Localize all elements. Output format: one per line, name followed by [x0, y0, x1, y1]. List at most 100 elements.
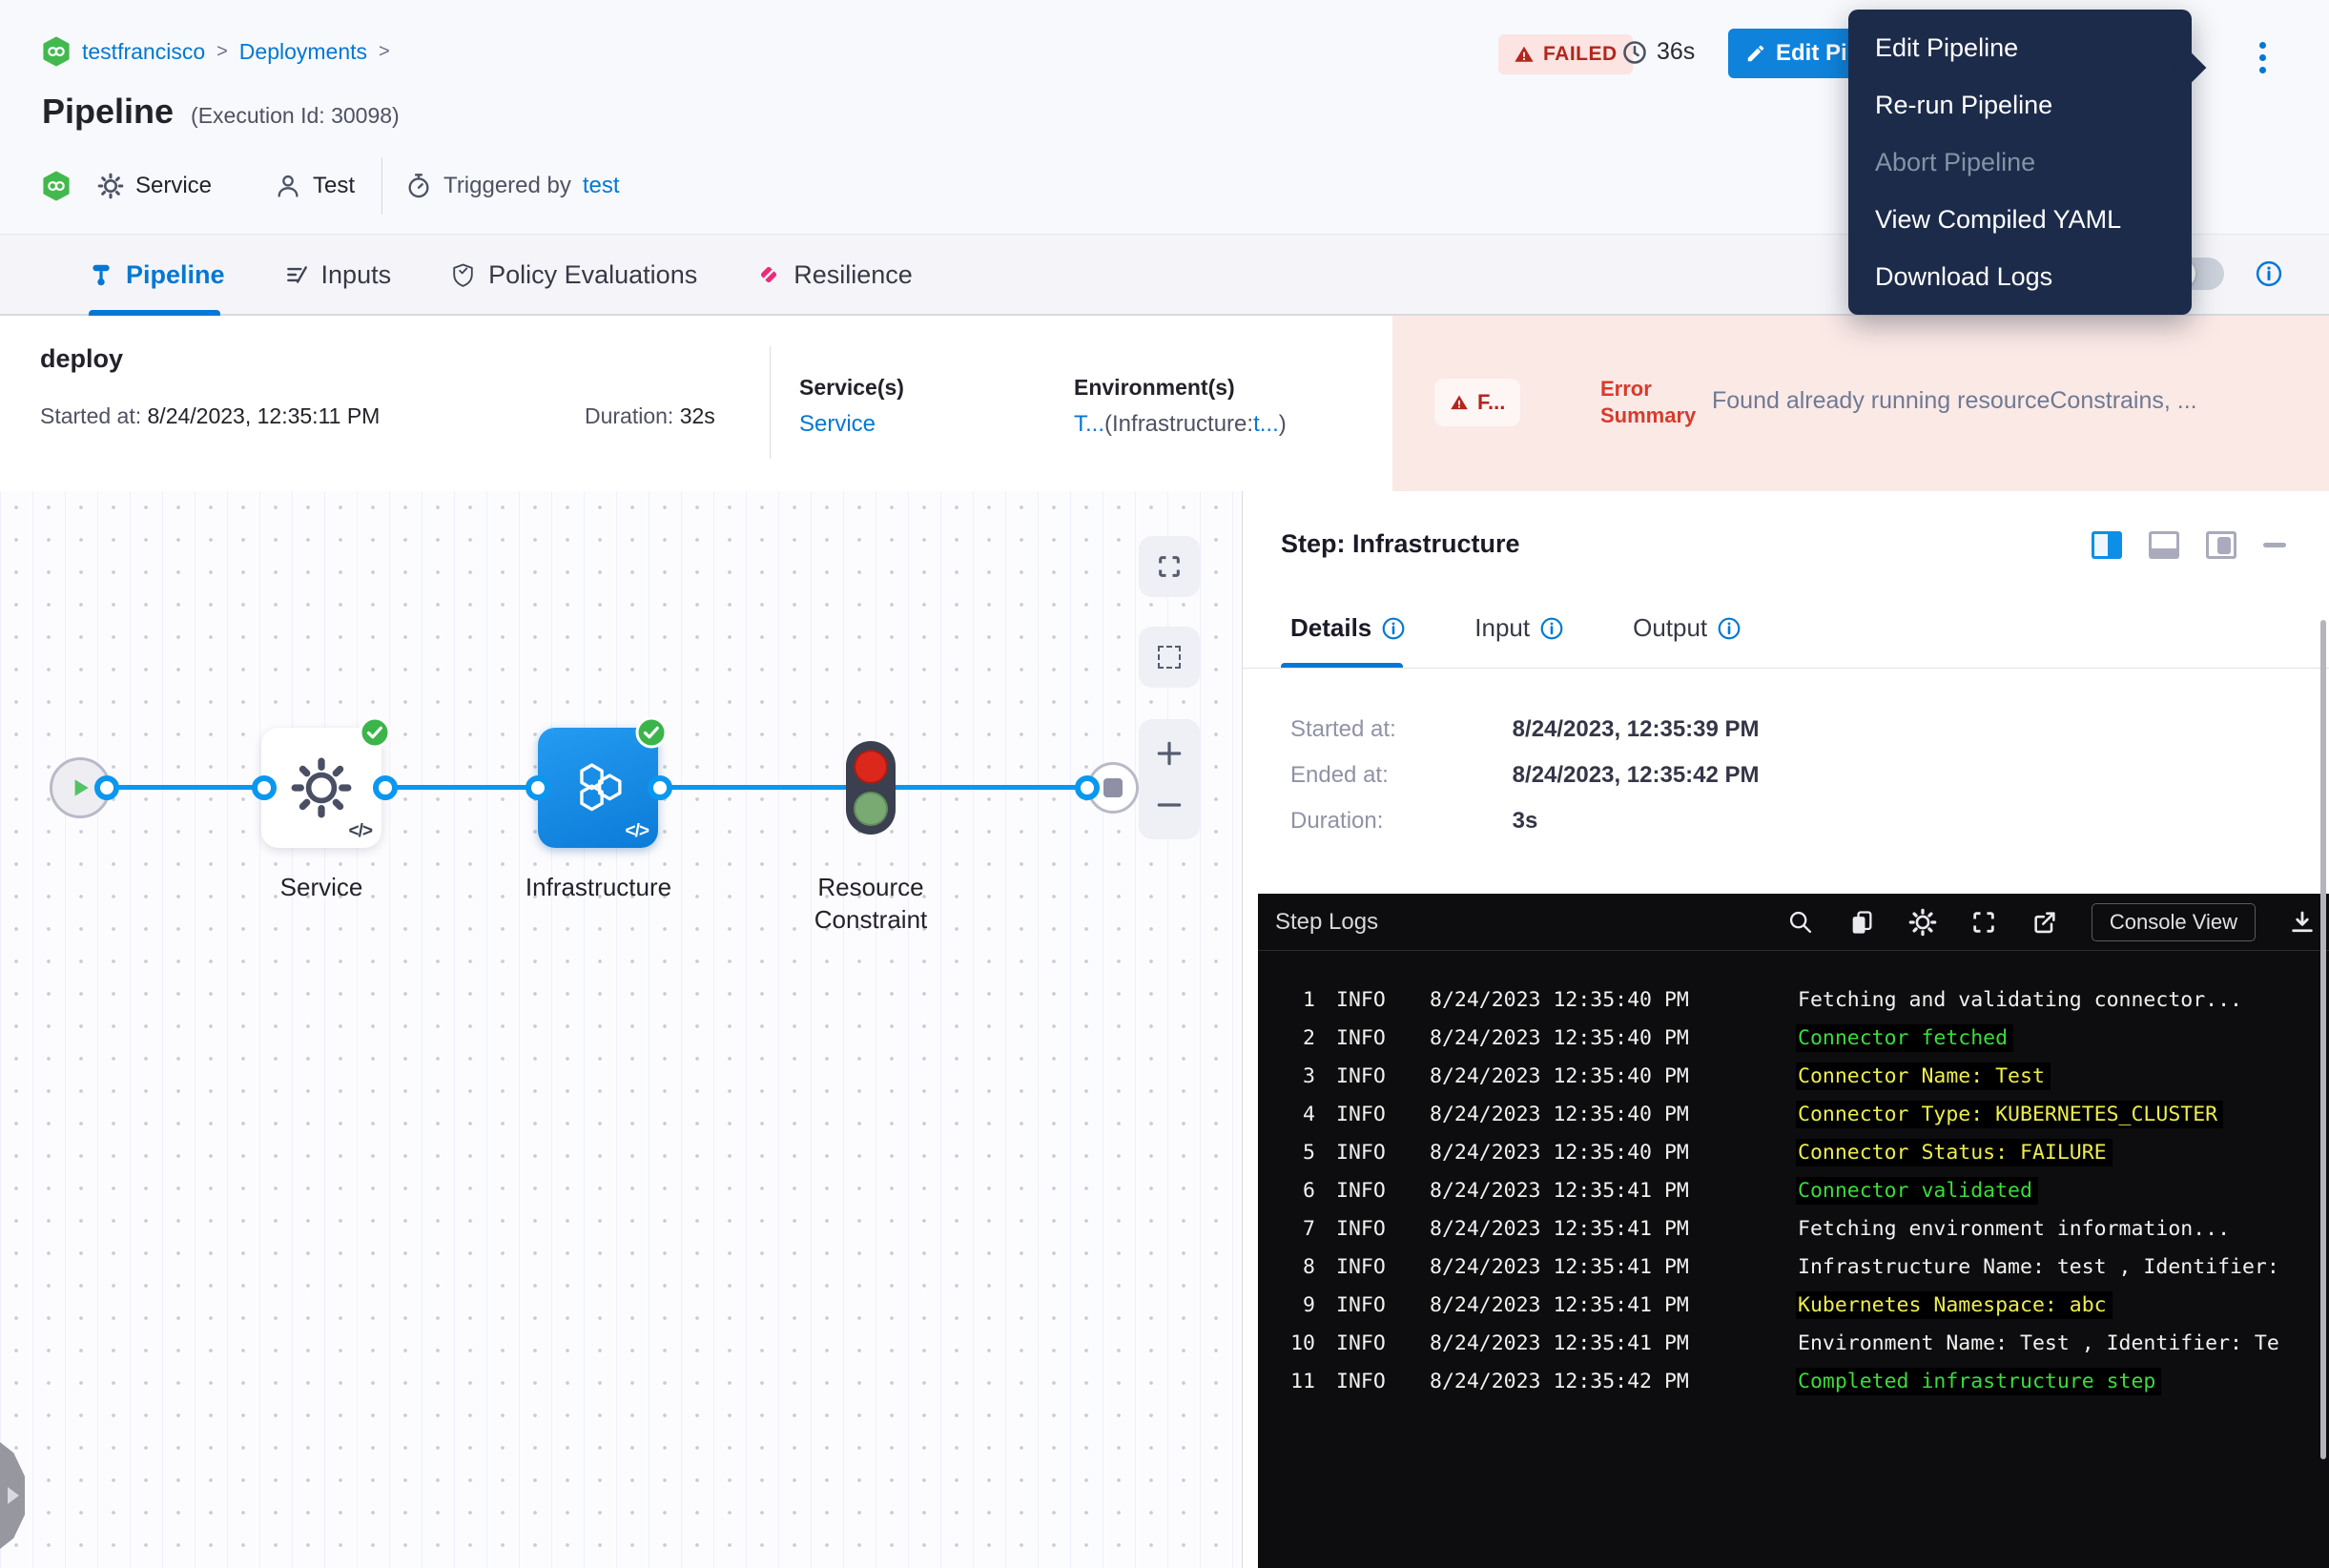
log-lines[interactable]: 1 INFO 8/24/2023 12:35:40 PM Fetching an…	[1258, 980, 2329, 1400]
minimize-icon[interactable]	[2263, 543, 2286, 547]
services-link[interactable]: Service	[799, 411, 876, 438]
split-view-icon[interactable]	[2092, 531, 2122, 559]
elapsed-time: 36s	[1621, 38, 1695, 66]
log-line-number: 9	[1258, 1293, 1315, 1317]
pipeline-meta-row: Service Test Triggered by test	[42, 160, 620, 212]
canvas-zoom-controls	[1139, 719, 1200, 839]
connector-port	[94, 775, 119, 800]
node-label-resource-constraint: Resource Constraint	[782, 871, 959, 936]
floating-view-icon[interactable]	[2206, 531, 2236, 559]
detail-label: Duration:	[1290, 808, 1506, 835]
environments-value[interactable]: T...(Infrastructure:t...)	[1074, 411, 1287, 438]
canvas-select-button[interactable]	[1139, 627, 1200, 688]
fullscreen-icon[interactable]	[1969, 908, 1998, 937]
log-message: Fetching and validating connector...	[1796, 986, 2248, 1014]
menu-item[interactable]: Edit Pipeline	[1848, 19, 2192, 76]
tab-pipeline[interactable]: Pipeline	[89, 260, 225, 290]
traffic-light-icon resource-constraint-node[interactable]	[846, 741, 896, 835]
console-view-button[interactable]: Console View	[2092, 903, 2256, 941]
log-line-number: 1	[1258, 988, 1315, 1012]
canvas-fullscreen-button[interactable]	[1139, 536, 1200, 597]
service-step-node[interactable]: </>	[261, 728, 381, 848]
log-timestamp: 8/24/2023 12:35:40 PM	[1430, 1103, 1773, 1126]
tab-details[interactable]: Details	[1290, 613, 1406, 643]
open-in-new-icon[interactable]	[2030, 908, 2059, 937]
stage-name: deploy	[40, 344, 123, 374]
log-line-number: 4	[1258, 1103, 1315, 1126]
tab-input[interactable]: Input	[1474, 613, 1564, 643]
tab-policy-evaluations[interactable]: Policy Evaluations	[450, 260, 697, 290]
bottom-view-icon[interactable]	[2149, 531, 2179, 559]
breadcrumb-account[interactable]: testfrancisco	[82, 39, 205, 65]
tab-resilience[interactable]: Resilience	[756, 260, 913, 290]
log-line-number: 8	[1258, 1255, 1315, 1279]
log-line: 7 INFO 8/24/2023 12:35:41 PM Fetching en…	[1258, 1209, 2329, 1248]
pipeline-canvas[interactable]: </> </> Service	[0, 491, 1242, 1568]
settings-gear-icon[interactable]	[1908, 908, 1937, 937]
log-line-number: 5	[1258, 1141, 1315, 1165]
log-timestamp: 8/24/2023 12:35:42 PM	[1430, 1370, 1773, 1393]
menu-item[interactable]: Re-run Pipeline	[1848, 76, 2192, 134]
menu-item-label: View Compiled YAML	[1875, 205, 2121, 235]
menu-item[interactable]: Abort Pipeline	[1848, 134, 2192, 191]
info-icon[interactable]	[1539, 616, 1564, 641]
log-line-number: 3	[1258, 1064, 1315, 1088]
tab-output-label: Output	[1633, 613, 1707, 643]
environment-meta-label: Test	[313, 173, 355, 199]
zoom-out-icon[interactable]	[1153, 789, 1185, 821]
connector-port	[252, 775, 277, 800]
shield-check-icon	[450, 262, 476, 288]
menu-item-label: Download Logs	[1875, 262, 2052, 292]
detail-row: Ended at: 8/24/2023, 12:35:42 PM	[1290, 762, 1760, 789]
log-message: Connector Type: KUBERNETES_CLUSTER	[1796, 1101, 2223, 1128]
stopwatch-icon	[405, 173, 432, 199]
log-message: Completed infrastructure step	[1796, 1368, 2161, 1395]
failed-mini-badge-label: F...	[1477, 390, 1505, 415]
node-label-infrastructure: Infrastructure	[515, 871, 682, 903]
node-label-service: Service	[252, 871, 391, 903]
pencil-icon	[1745, 43, 1766, 64]
infrastructure-step-node[interactable]: </>	[538, 728, 658, 848]
tab-inputs[interactable]: Inputs	[284, 260, 392, 290]
menu-item[interactable]: View Compiled YAML	[1848, 191, 2192, 248]
log-level: INFO	[1336, 1293, 1408, 1317]
green-lamp	[854, 792, 888, 826]
stop-icon	[1103, 778, 1123, 797]
info-icon[interactable]	[1381, 616, 1406, 641]
log-line: 6 INFO 8/24/2023 12:35:41 PM Connector v…	[1258, 1171, 2329, 1209]
status-badge-label: FAILED	[1543, 43, 1618, 66]
divider	[381, 157, 382, 215]
divider	[770, 346, 771, 459]
vertical-scrollbar[interactable]	[2320, 620, 2326, 1459]
log-line: 11 INFO 8/24/2023 12:35:42 PM Completed …	[1258, 1362, 2329, 1400]
tab-output[interactable]: Output	[1633, 613, 1742, 643]
log-timestamp: 8/24/2023 12:35:41 PM	[1430, 1217, 1773, 1241]
code-icon: </>	[349, 821, 372, 842]
service-meta[interactable]: Service	[97, 173, 212, 199]
clock-icon	[1621, 39, 1648, 66]
title-row: Pipeline (Execution Id: 30098)	[42, 92, 400, 132]
log-level: INFO	[1336, 1026, 1408, 1050]
zoom-in-icon[interactable]	[1153, 737, 1185, 770]
environment-meta[interactable]: Test	[275, 173, 355, 199]
step-panel-title: Step: Infrastructure	[1281, 529, 1520, 559]
search-icon[interactable]	[1786, 908, 1815, 937]
kebab-menu-icon[interactable]	[2243, 34, 2281, 80]
log-line: 8 INFO 8/24/2023 12:35:41 PM Infrastruct…	[1258, 1248, 2329, 1286]
log-line: 9 INFO 8/24/2023 12:35:41 PM Kubernetes …	[1258, 1286, 2329, 1324]
log-message: Infrastructure Name: test , Identifier:	[1796, 1253, 2285, 1281]
log-timestamp: 8/24/2023 12:35:41 PM	[1430, 1293, 1773, 1317]
download-icon[interactable]	[2288, 908, 2317, 937]
copy-icon[interactable]	[1847, 908, 1876, 937]
triggered-by-user[interactable]: test	[583, 173, 620, 199]
divider	[1243, 668, 2329, 669]
success-check-icon	[359, 716, 391, 749]
log-level: INFO	[1336, 1103, 1408, 1126]
breadcrumb-deployments[interactable]: Deployments	[239, 39, 367, 65]
log-timestamp: 8/24/2023 12:35:41 PM	[1430, 1331, 1773, 1355]
menu-item[interactable]: Download Logs	[1848, 248, 2192, 305]
info-icon[interactable]	[2255, 259, 2283, 288]
log-line: 2 INFO 8/24/2023 12:35:40 PM Connector f…	[1258, 1019, 2329, 1057]
detail-value: 3s	[1513, 808, 1538, 834]
info-icon[interactable]	[1717, 616, 1742, 641]
